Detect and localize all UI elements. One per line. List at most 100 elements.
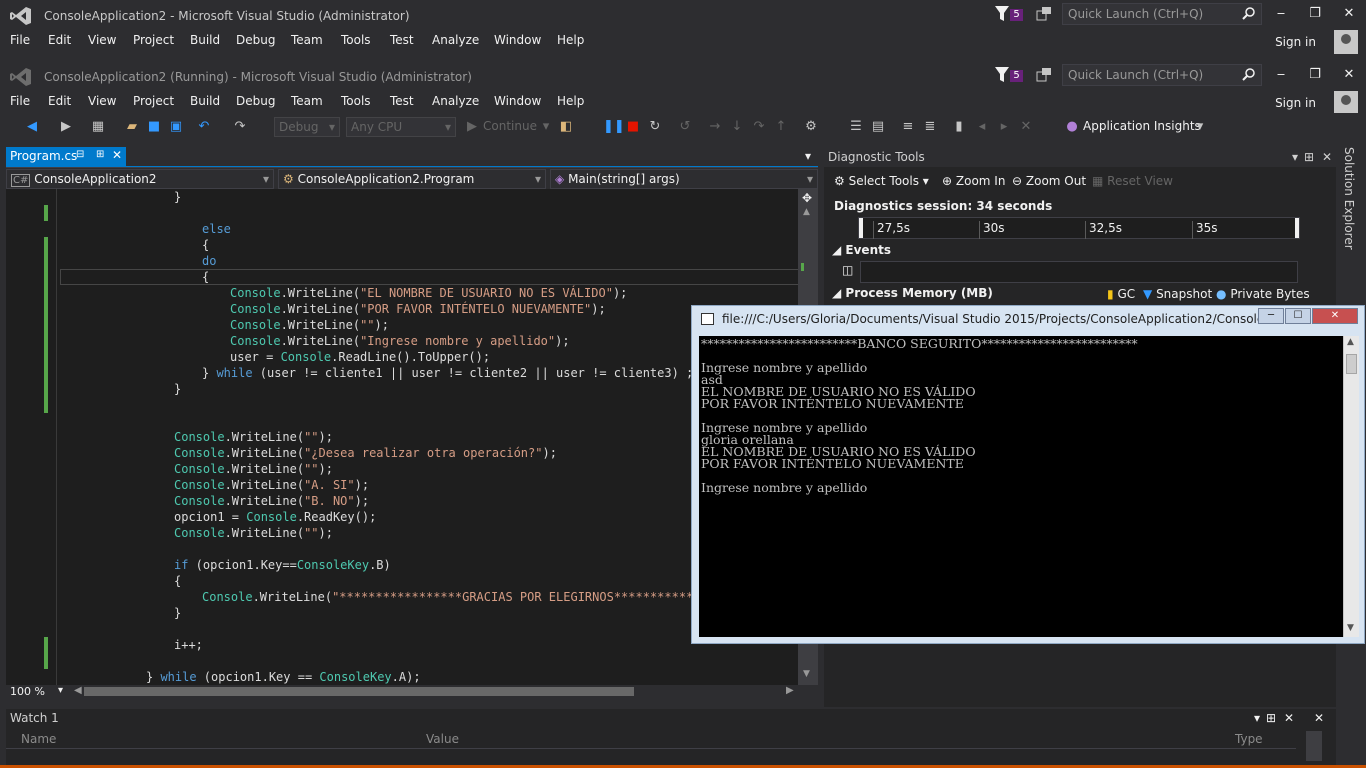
menu-help[interactable]: Help: [557, 94, 584, 108]
process-icon[interactable]: ◧: [558, 119, 574, 135]
scroll-up-icon[interactable]: ▲: [1347, 337, 1354, 347]
pin-icon[interactable]: ⊟: [76, 149, 84, 160]
menu-team[interactable]: Team: [291, 33, 323, 47]
select-tools-button[interactable]: ⚙ Select Tools ▾: [834, 174, 929, 188]
bookmark-icon[interactable]: ▮: [951, 119, 967, 135]
menu-file[interactable]: File: [10, 33, 30, 47]
events-section[interactable]: ◢ Events: [832, 243, 891, 257]
menu-build[interactable]: Build: [190, 33, 220, 47]
format-icon[interactable]: ▤: [870, 119, 886, 135]
new-project-icon[interactable]: ▦: [90, 119, 106, 135]
console-close-button[interactable]: ✕: [1312, 308, 1358, 324]
console-maximize-button[interactable]: ☐: [1285, 308, 1311, 324]
process-memory-section[interactable]: ◢ Process Memory (MB): [832, 286, 993, 300]
menu-analyze[interactable]: Analyze: [432, 33, 479, 47]
notification-flag-icon[interactable]: [995, 67, 1009, 86]
break-all-icon[interactable]: ❚❚: [603, 119, 625, 135]
save-icon[interactable]: ■: [146, 119, 162, 135]
avatar[interactable]: [1334, 30, 1358, 54]
restore-button[interactable]: ❐: [1307, 6, 1323, 22]
close-icon[interactable]: ✕: [1322, 150, 1332, 164]
restore-button[interactable]: ❐: [1307, 67, 1323, 83]
undo-icon[interactable]: ↶: [196, 119, 212, 135]
watch-column-name[interactable]: Name: [21, 732, 56, 746]
prev-bookmark-icon[interactable]: ◂: [974, 119, 990, 135]
menu-debug[interactable]: Debug: [236, 33, 275, 47]
comment-icon[interactable]: ≡: [900, 119, 916, 135]
quick-launch-input[interactable]: Quick Launch (Ctrl+Q): [1062, 64, 1262, 86]
minimize-button[interactable]: ‒: [1273, 6, 1289, 22]
pin-icon[interactable]: ⊞: [1304, 150, 1314, 164]
scroll-down-icon[interactable]: ▼: [803, 669, 810, 679]
console-scroll-thumb[interactable]: [1346, 354, 1357, 374]
application-insights-dropdown-icon[interactable]: ▾: [1192, 119, 1208, 135]
save-all-icon[interactable]: ▣: [168, 119, 184, 135]
solution-configuration-select[interactable]: Debug: [274, 117, 340, 137]
navigate-forward-icon[interactable]: ▶: [58, 119, 74, 135]
menu-debug[interactable]: Debug: [236, 94, 275, 108]
sign-in-link[interactable]: Sign in: [1275, 35, 1316, 49]
zoom-in-button[interactable]: ⊕ Zoom In: [942, 174, 1005, 188]
console-scrollbar[interactable]: ▲ ▼: [1343, 336, 1359, 637]
menu-view[interactable]: View: [88, 94, 116, 108]
continue-dropdown-icon[interactable]: ▾: [538, 119, 554, 135]
close-icon[interactable]: ✕: [1284, 711, 1294, 725]
feedback-icon[interactable]: [1036, 67, 1052, 86]
close-tab-icon[interactable]: ✕: [112, 148, 122, 162]
application-insights-button[interactable]: Application Insights: [1083, 119, 1201, 133]
solution-platform-select[interactable]: Any CPU: [346, 117, 456, 137]
timeline-right-handle[interactable]: [1295, 218, 1299, 238]
scroll-up-icon[interactable]: ▲: [803, 207, 810, 217]
menu-project[interactable]: Project: [133, 33, 174, 47]
menu-tools[interactable]: Tools: [341, 94, 371, 108]
restart-icon[interactable]: ↻: [647, 119, 663, 135]
hot-reload-icon[interactable]: ↺: [677, 119, 693, 135]
menu-window[interactable]: Window: [494, 33, 541, 47]
pin-icon[interactable]: ⊞: [1266, 711, 1276, 725]
tab-program-cs[interactable]: Program.cs ⊟ ⊞ ✕: [6, 147, 126, 167]
uncomment-icon[interactable]: ≣: [922, 119, 938, 135]
step-over-icon[interactable]: ↷: [751, 119, 767, 135]
close-button[interactable]: ✕: [1341, 67, 1357, 83]
menu-view[interactable]: View: [88, 33, 116, 47]
menu-tools[interactable]: Tools: [341, 33, 371, 47]
menu-help[interactable]: Help: [557, 33, 584, 47]
panel-dropdown-icon[interactable]: ▾: [1254, 711, 1260, 725]
continue-button[interactable]: Continue: [483, 119, 537, 133]
stop-debugging-icon[interactable]: ■: [625, 119, 641, 135]
menu-edit[interactable]: Edit: [48, 33, 71, 47]
close-button[interactable]: ✕: [1341, 6, 1357, 22]
step-out-icon[interactable]: ↑: [773, 119, 789, 135]
tab-list-dropdown-icon[interactable]: ▾: [805, 149, 811, 163]
project-dropdown[interactable]: C# ConsoleApplication2 ▾: [6, 169, 274, 189]
menu-team[interactable]: Team: [291, 94, 323, 108]
class-dropdown[interactable]: ⚙ ConsoleApplication2.Program ▾: [278, 169, 546, 189]
split-icon[interactable]: ✥: [802, 191, 812, 205]
avatar[interactable]: [1334, 91, 1358, 115]
console-window[interactable]: file:///C:/Users/Gloria/Documents/Visual…: [691, 305, 1365, 644]
console-output[interactable]: *************************BANCO SEGURITO*…: [699, 336, 1343, 637]
sign-in-link[interactable]: Sign in: [1275, 96, 1316, 110]
navigate-back-icon[interactable]: ◀: [24, 119, 40, 135]
watch-column-value[interactable]: Value: [426, 732, 459, 746]
zoom-level[interactable]: 100 %: [10, 685, 45, 698]
menu-test[interactable]: Test: [390, 33, 414, 47]
next-bookmark-icon[interactable]: ▸: [996, 119, 1012, 135]
zoom-dropdown-icon[interactable]: ▾: [58, 685, 63, 696]
continue-icon[interactable]: ▶: [464, 119, 480, 135]
show-next-statement-icon[interactable]: →: [707, 119, 723, 135]
horizontal-scroll-thumb[interactable]: [84, 687, 634, 696]
pin-tab-icon[interactable]: ⊞: [96, 149, 104, 160]
console-minimize-button[interactable]: ─: [1258, 308, 1284, 324]
menu-analyze[interactable]: Analyze: [432, 94, 479, 108]
events-pause-icon[interactable]: ◫: [842, 263, 853, 277]
scroll-left-icon[interactable]: ◀: [74, 685, 82, 696]
watch-scrollbar[interactable]: [1306, 731, 1322, 761]
member-dropdown[interactable]: ◈ Main(string[] args) ▾: [550, 169, 818, 189]
menu-project[interactable]: Project: [133, 94, 174, 108]
events-track[interactable]: [860, 261, 1298, 283]
menu-test[interactable]: Test: [390, 94, 414, 108]
timeline-ruler[interactable]: 27,5s 30s 32,5s 35s: [858, 217, 1300, 239]
menu-window[interactable]: Window: [494, 94, 541, 108]
minimize-button[interactable]: ‒: [1273, 67, 1289, 83]
